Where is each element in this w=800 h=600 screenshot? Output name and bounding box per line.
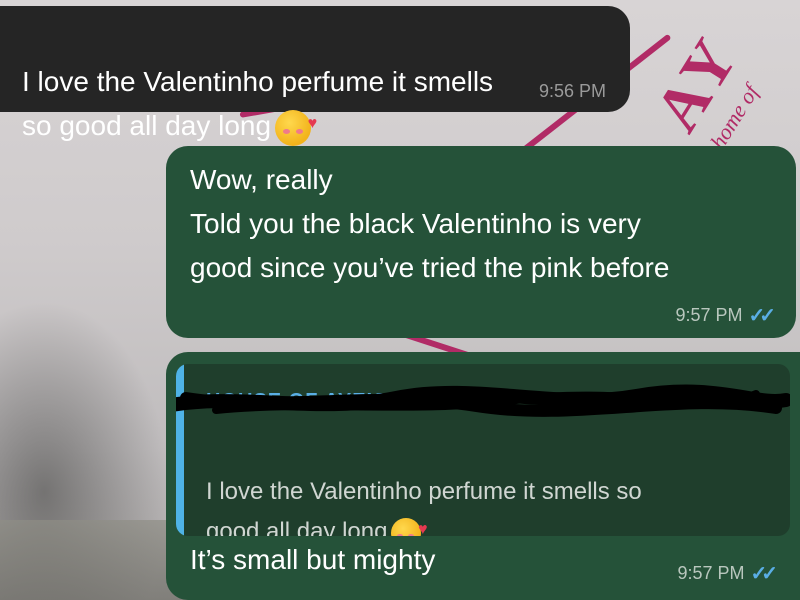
message-bubble-outgoing-reply[interactable]: HOUSE OF AYEIS BEAUTY ... I love the Val… xyxy=(166,352,800,600)
message-time: 9:56 PM xyxy=(538,81,606,101)
message-meta: 9:57 PM ✓✓ xyxy=(675,303,775,328)
message-bubble-incoming[interactable]: I love the Valentinho perfume it smells … xyxy=(0,6,630,146)
redaction-scribble xyxy=(176,384,790,417)
message-text: Wow, really Told you the black Valentinh… xyxy=(190,164,670,283)
message-text: I love the Valentinho perfume it smells … xyxy=(22,66,494,141)
message-text: It’s small but mighty xyxy=(190,544,436,575)
wallpaper-floor xyxy=(0,520,190,600)
message-meta: 9:57 PM ✓✓ xyxy=(677,561,777,586)
message-meta: 9:56 PM xyxy=(539,81,606,102)
message-time: 9:57 PM xyxy=(675,305,743,325)
quoted-reply-preview[interactable]: HOUSE OF AYEIS BEAUTY ... I love the Val… xyxy=(176,364,790,536)
message-bubble-outgoing[interactable]: Wow, really Told you the black Valentinh… xyxy=(166,146,796,338)
double-check-read-icon: ✓✓ xyxy=(750,563,777,585)
smiling-face-with-hearts-icon xyxy=(275,102,317,146)
message-time: 9:57 PM xyxy=(677,563,745,583)
smiling-face-with-hearts-icon xyxy=(391,510,427,536)
reply-quote: I love the Valentinho perfume it smells … xyxy=(206,432,642,536)
double-check-read-icon: ✓✓ xyxy=(748,305,775,327)
